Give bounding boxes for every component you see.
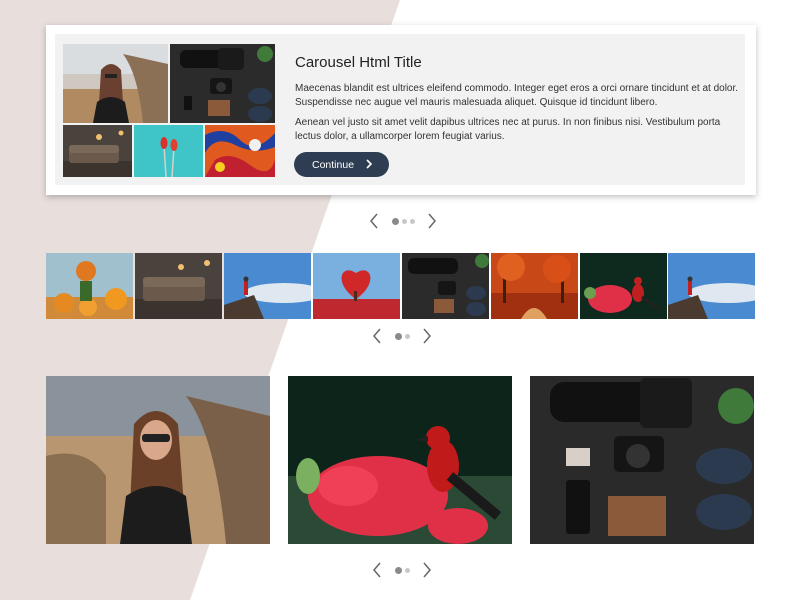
pagination-dots (393, 332, 411, 340)
strip-pumpkins-image[interactable] (46, 253, 133, 319)
next-arrow-icon[interactable] (419, 561, 435, 579)
continue-button-label: Continue (312, 158, 355, 171)
gallery-woman-image[interactable] (46, 376, 270, 544)
collage-living-room-image (63, 125, 132, 177)
gallery-red-bird-image[interactable] (288, 376, 512, 544)
pagination-dot-active[interactable] (394, 332, 402, 340)
collage-camera-image (170, 44, 275, 123)
strip-autumn-forest-image[interactable] (491, 253, 578, 319)
pagination-dot[interactable] (404, 333, 410, 339)
thumbnail-strip (46, 253, 755, 319)
gallery-camera-image[interactable] (530, 376, 754, 544)
image-collage (63, 44, 275, 177)
strip-red-bird-image[interactable] (580, 253, 667, 319)
carousel-card-panel: Carousel Html Title Maecenas blandit est… (55, 34, 745, 185)
prev-arrow-icon[interactable] (369, 561, 385, 579)
prev-arrow-icon[interactable] (366, 212, 382, 230)
carousel-card: Carousel Html Title Maecenas blandit est… (46, 25, 756, 195)
next-arrow-icon[interactable] (424, 212, 440, 230)
pagination-dots (390, 217, 416, 225)
collage-flowers-image (134, 125, 203, 177)
next-arrow-icon[interactable] (419, 327, 435, 345)
pagination-dot[interactable] (409, 218, 415, 224)
strip-hiker-image[interactable] (668, 253, 755, 319)
strip-hiker-image[interactable] (224, 253, 311, 319)
carousel-paragraph-2: Aenean vel justo sit amet velit dapibus … (295, 117, 721, 142)
pagination-dot-active[interactable] (391, 217, 399, 225)
strip-camera-image[interactable] (402, 253, 489, 319)
pagination-dots (393, 566, 411, 574)
pagination-dot[interactable] (401, 218, 407, 224)
prev-arrow-icon[interactable] (369, 327, 385, 345)
carousel-paragraph-1: Maecenas blandit est ultrices eleifend c… (295, 83, 739, 108)
carousel-top-pagination (366, 211, 440, 231)
continue-button[interactable]: Continue (294, 152, 389, 177)
chevron-right-icon (366, 159, 373, 169)
carousel-strip-pagination (369, 326, 435, 346)
pagination-dot-active[interactable] (394, 566, 402, 574)
collage-woman-image (63, 44, 168, 123)
strip-heart-tree-image[interactable] (313, 253, 400, 319)
carousel-title: Carousel Html Title (295, 54, 422, 71)
carousel-gallery-pagination (369, 560, 435, 580)
pagination-dot[interactable] (404, 567, 410, 573)
strip-living-room-image[interactable] (135, 253, 222, 319)
collage-abstract-image (205, 125, 275, 177)
